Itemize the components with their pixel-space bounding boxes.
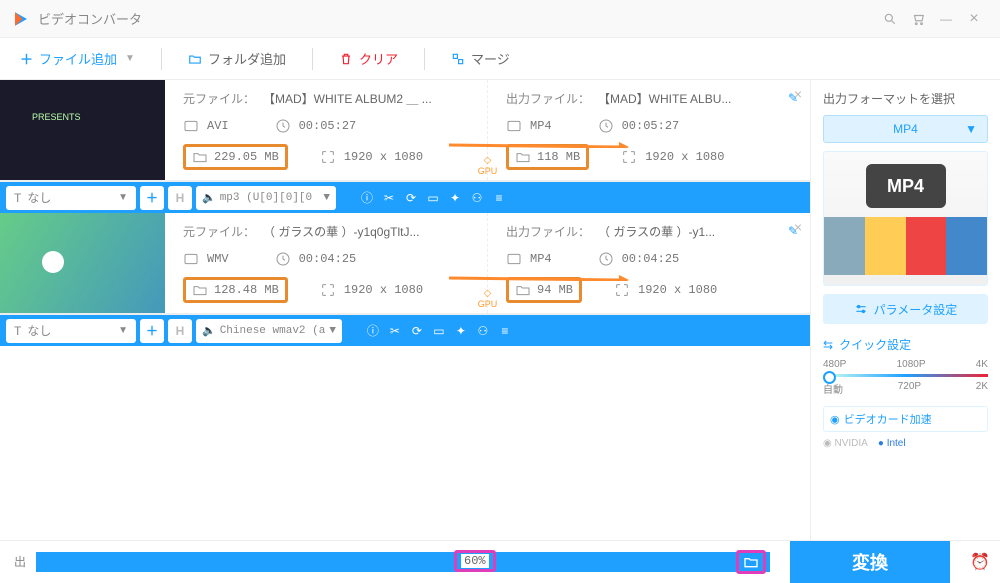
minimize-button[interactable]: — [932,5,960,33]
app-title: ビデオコンバータ [38,9,876,28]
app-logo-icon [12,10,30,28]
merge-button[interactable]: マージ [441,45,520,72]
chevron-down-icon: ▼ [965,122,977,136]
gpu-badge: ◇GPU [478,288,498,309]
audio-track-select[interactable]: 🔈 mp3 (U[0][0][0▼ [196,186,336,210]
quick-settings-title: ⇆クイック設定 [823,336,988,353]
file-item: 元ファイル：（ ガラスの華 ）-y1q0gTltJ... WMV 00:04:2… [0,213,810,346]
h-button[interactable]: H [168,186,192,210]
arrow-annotation [449,275,629,281]
folder-icon [192,282,208,298]
file-controls-bar: Tなし▼ ＋ H 🔈 mp3 (U[0][0][0▼ ⓘ ✂ ⟳ ▭ ✦ ⚇ ≡ [0,181,810,213]
intel-icon: ● Intel [878,438,906,449]
clock-icon [598,118,614,134]
search-icon[interactable] [876,5,904,33]
format-preview[interactable]: MP4 [823,151,988,286]
effects-icon[interactable]: ✦ [446,191,464,205]
source-filename: 【MAD】WHITE ALBUM2 ＿ ... [263,90,475,107]
watermark-icon[interactable]: ⚇ [468,191,486,205]
folder-icon [515,149,531,165]
folder-plus-icon [188,52,202,66]
output-filename: （ ガラスの華 ）-y1... [598,223,780,240]
add-subtitle-button[interactable]: ＋ [140,319,164,343]
progress-bar[interactable]: 60% [36,552,770,572]
convert-button[interactable]: 変換 [790,541,950,583]
source-size: 128.48 MB [183,277,288,303]
output-format-title: 出力フォーマットを選択 [823,90,988,107]
nvidia-icon: ◉ NVIDIA [823,438,868,449]
chevron-down-icon: ▼ [125,53,135,64]
output-path-label: 出 [14,553,26,570]
parameter-settings-button[interactable]: パラメータ設定 [823,294,988,324]
remove-file-button[interactable]: × [794,219,802,235]
source-filename: （ ガラスの華 ）-y1q0gTltJ... [263,223,475,240]
info-icon[interactable]: ⓘ [358,189,376,206]
gpu-accel-toggle[interactable]: ◉ビデオカード加速 [823,406,988,432]
file-list: PRESENTS 元ファイル：【MAD】WHITE ALBUM2 ＿ ... A… [0,80,810,540]
video-thumbnail[interactable]: PRESENTS [0,80,165,180]
audio-track-select[interactable]: 🔈 Chinese wmav2 (a▼ [196,319,342,343]
resolution-icon [621,149,637,165]
cart-icon[interactable] [904,5,932,33]
cut-icon[interactable]: ✂ [386,324,404,338]
add-subtitle-button[interactable]: ＋ [140,186,164,210]
footer-bar: 出 60% 変換 ⏰ [0,540,1000,582]
folder-icon [515,282,531,298]
subtitle-select[interactable]: Tなし▼ [6,319,136,343]
file-controls-bar: Tなし▼ ＋ H 🔈 Chinese wmav2 (a▼ ⓘ ✂ ⟳ ▭ ✦ ⚇… [0,314,810,346]
resolution-icon [320,282,336,298]
format-icon [506,251,522,267]
cut-icon[interactable]: ✂ [380,191,398,205]
quality-slider[interactable] [823,374,988,377]
folder-icon [192,149,208,165]
file-item: PRESENTS 元ファイル：【MAD】WHITE ALBUM2 ＿ ... A… [0,80,810,213]
clock-icon [598,251,614,267]
effects-icon[interactable]: ✦ [452,324,470,338]
alarm-icon[interactable]: ⏰ [960,552,1000,572]
resolution-icon [320,149,336,165]
info-icon[interactable]: ⓘ [364,322,382,339]
remove-file-button[interactable]: × [794,86,802,102]
add-file-button[interactable]: ＋ ファイル追加 ▼ [10,45,145,72]
subtitle-select[interactable]: Tなし▼ [6,186,136,210]
close-button[interactable]: × [960,5,988,33]
format-select[interactable]: MP4▼ [823,115,988,143]
folder-icon [743,554,759,570]
source-size: 229.05 MB [183,144,288,170]
merge-icon [451,52,465,66]
main-toolbar: ＋ ファイル追加 ▼ フォルダ追加 クリア マージ [0,38,1000,80]
trash-icon [339,52,353,66]
sub-icon[interactable]: ≡ [496,324,514,338]
format-icon [183,118,199,134]
open-folder-button[interactable] [736,550,766,574]
sliders-icon [854,302,868,316]
rotate-icon[interactable]: ⟳ [402,191,420,205]
title-bar: ビデオコンバータ — × [0,0,1000,38]
clock-icon [275,118,291,134]
watermark-icon[interactable]: ⚇ [474,324,492,338]
add-folder-button[interactable]: フォルダ追加 [178,45,296,72]
format-icon [183,251,199,267]
h-button[interactable]: H [168,319,192,343]
arrow-annotation [449,142,629,148]
sub-icon[interactable]: ≡ [490,191,508,205]
resolution-icon [614,282,630,298]
progress-percent: 60% [454,550,496,572]
crop-icon[interactable]: ▭ [430,324,448,338]
clear-button[interactable]: クリア [329,45,408,72]
clock-icon [275,251,291,267]
crop-icon[interactable]: ▭ [424,191,442,205]
plus-icon: ＋ [20,49,33,68]
side-panel: 出力フォーマットを選択 MP4▼ MP4 パラメータ設定 ⇆クイック設定 480… [810,80,1000,540]
format-icon [506,118,522,134]
rotate-icon[interactable]: ⟳ [408,324,426,338]
video-thumbnail[interactable] [0,213,165,313]
gpu-badge: ◇GPU [478,155,498,176]
output-filename: 【MAD】WHITE ALBU... [598,90,780,107]
